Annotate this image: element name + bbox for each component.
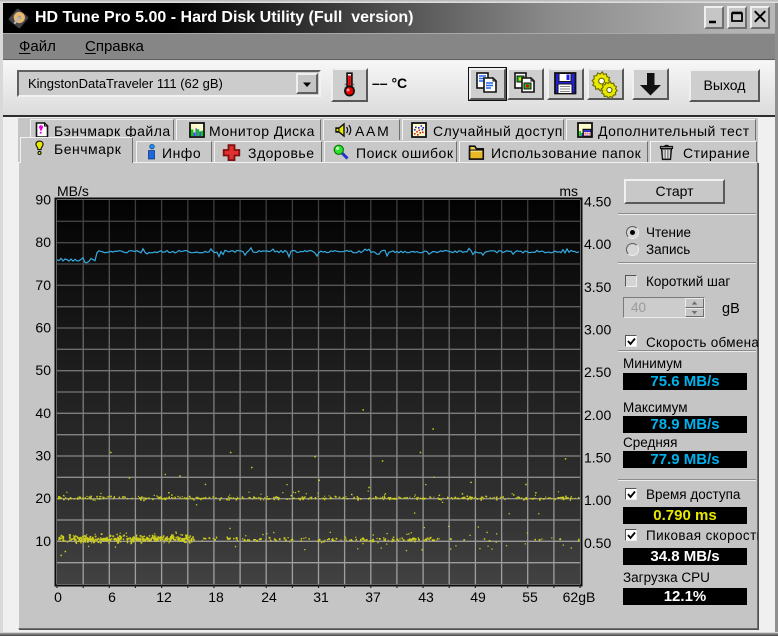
svg-text:4.00: 4.00 <box>584 236 611 252</box>
svg-text:80: 80 <box>35 234 51 250</box>
svg-text:60: 60 <box>35 320 51 336</box>
svg-text:31: 31 <box>313 589 329 605</box>
svg-text:3.00: 3.00 <box>584 322 611 338</box>
svg-text:62gB: 62gB <box>563 589 596 605</box>
svg-text:20: 20 <box>35 490 51 506</box>
svg-text:1.00: 1.00 <box>584 492 611 508</box>
svg-text:ms: ms <box>559 183 578 199</box>
svg-text:10: 10 <box>35 533 51 549</box>
svg-text:2.00: 2.00 <box>584 407 611 423</box>
svg-text:49: 49 <box>470 589 486 605</box>
svg-text:4.50: 4.50 <box>584 194 611 210</box>
svg-text:50: 50 <box>35 362 51 378</box>
svg-text:12: 12 <box>156 589 172 605</box>
svg-text:2.50: 2.50 <box>584 364 611 380</box>
svg-text:70: 70 <box>35 277 51 293</box>
svg-text:0.50: 0.50 <box>584 535 611 551</box>
svg-text:90: 90 <box>35 192 51 208</box>
svg-text:0: 0 <box>54 589 62 605</box>
svg-text:40: 40 <box>35 405 51 421</box>
svg-text:6: 6 <box>108 589 116 605</box>
svg-text:24: 24 <box>261 589 277 605</box>
svg-text:MB/s: MB/s <box>57 183 89 199</box>
svg-text:43: 43 <box>418 589 434 605</box>
svg-text:30: 30 <box>35 448 51 464</box>
svg-text:18: 18 <box>208 589 224 605</box>
svg-text:37: 37 <box>365 589 381 605</box>
svg-text:3.50: 3.50 <box>584 279 611 295</box>
svg-text:1.50: 1.50 <box>584 450 611 466</box>
svg-text:55: 55 <box>522 589 538 605</box>
